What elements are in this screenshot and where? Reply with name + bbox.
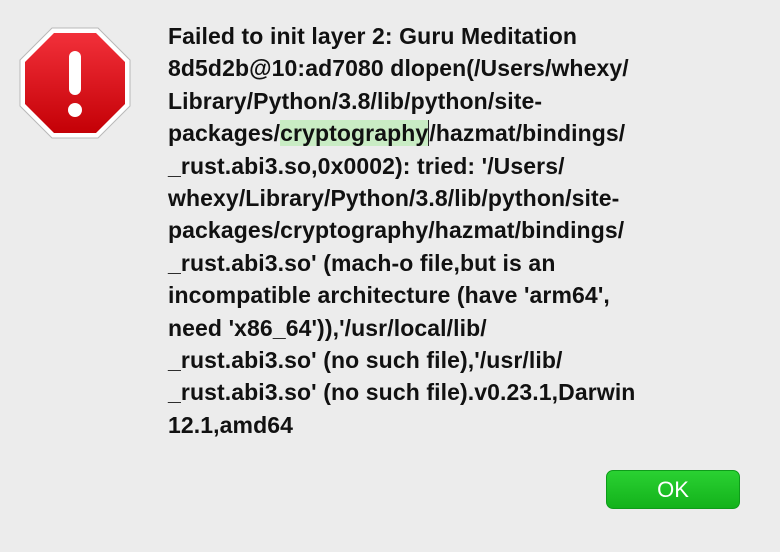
message-line: incompatible architecture (have 'arm64', [168, 282, 610, 309]
message-line: Failed to init layer 2: Guru Meditation [168, 23, 577, 49]
error-dialog: Failed to init layer 2: Guru Meditation … [0, 0, 780, 552]
selected-text-highlight: cryptography [280, 120, 429, 147]
error-message: Failed to init layer 2: Guru Meditation … [168, 20, 768, 441]
message-line: packages/cryptography/hazmat/bindings/ [168, 217, 625, 244]
message-line: _rust.abi3.so' (no such file),'/usr/lib/ [168, 347, 563, 374]
message-line: packages/cryptography/hazmat/bindings/ [168, 117, 768, 149]
message-line: 12.1,amd64 [168, 411, 294, 438]
message-line: _rust.abi3.so,0x0002): tried: '/Users/ [168, 152, 565, 179]
message-text: packages/ [168, 120, 281, 147]
message-line: 8d5d2b@10:ad7080 dlopen(/Users/whexy/ [168, 55, 629, 82]
message-line: whexy/Library/Python/3.8/lib/python/site… [168, 185, 620, 212]
stop-icon [19, 27, 131, 139]
message-line: need 'x86_64')),'/usr/local/lib/ [168, 314, 487, 341]
ok-button[interactable]: OK [606, 470, 740, 509]
message-line: _rust.abi3.so' (no such file).v0.23.1,Da… [168, 379, 636, 406]
message-line: _rust.abi3.so' (mach-o file,but is an [168, 249, 556, 276]
message-line: Library/Python/3.8/lib/python/site- [168, 87, 543, 114]
message-text: /hazmat/bindings/ [429, 120, 626, 147]
